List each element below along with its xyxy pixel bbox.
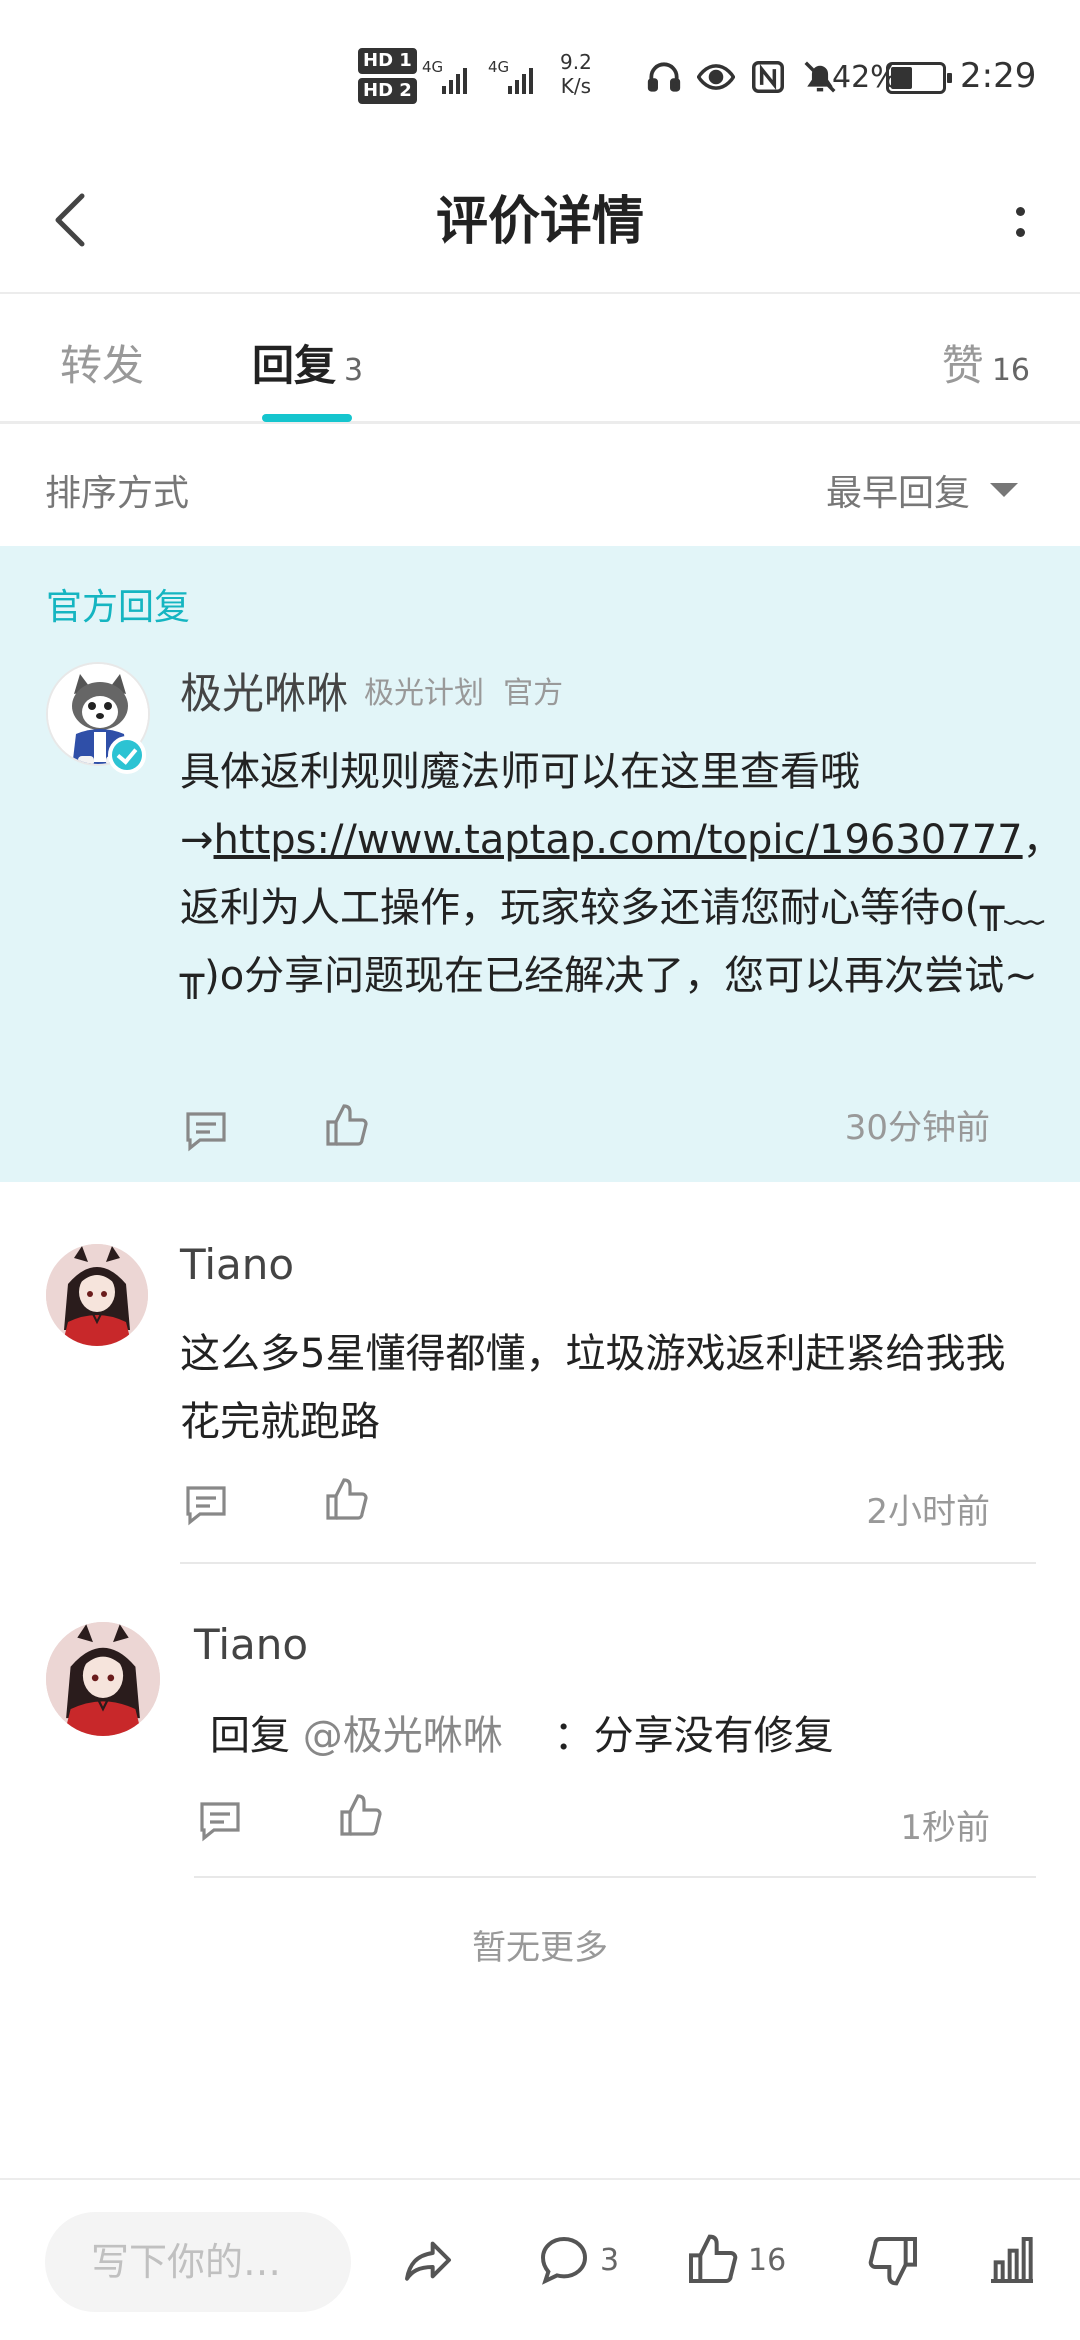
author-tags: 极光计划 官方 <box>364 668 563 712</box>
more-dot <box>1015 207 1025 216</box>
share-button[interactable] <box>400 2232 456 2288</box>
caret-down-icon <box>990 483 1018 497</box>
reply-prefix: 回复 <box>210 1713 290 1759</box>
no-more-label: 暂无更多 <box>472 1928 608 1968</box>
sort-dropdown[interactable]: 最早回复 <box>826 464 1018 516</box>
mention-link[interactable]: @极光咻咻 <box>303 1713 503 1759</box>
comment-button[interactable]: 3 <box>536 2232 619 2288</box>
reply-count: 3 <box>344 353 364 388</box>
hd1-label: HD 1 <box>358 48 417 74</box>
more-options-button[interactable] <box>1000 190 1040 254</box>
comment-count: 3 <box>600 2242 620 2278</box>
app-header: 评价详情 <box>0 150 1080 294</box>
comment-input[interactable] <box>45 2212 351 2312</box>
tab-indicator <box>262 414 352 422</box>
verified-badge-icon <box>108 736 146 774</box>
reply-text: 这么多5星懂得都懂，垃圾游戏返利赶紧给我我花完就跑路 <box>180 1331 1006 1445</box>
tab-like[interactable]: 赞 16 <box>942 332 1030 393</box>
bar-chart-icon <box>991 2237 1033 2283</box>
sort-label: 排序方式 <box>45 473 190 514</box>
thumbs-up-icon[interactable] <box>322 1476 370 1524</box>
headphones-icon <box>647 62 681 92</box>
girl-avatar-image <box>46 1244 148 1346</box>
author-tag: 极光计划 <box>364 676 484 711</box>
official-reply: 官方回复 极光咻咻 极光计划 官方 具体返利规则魔法师可以在这里查看哦→http… <box>0 546 1080 1182</box>
reply-timestamp: 1秒前 <box>900 1808 990 1848</box>
comment-icon <box>541 2237 587 2285</box>
thumbs-up-icon[interactable] <box>322 1102 370 1150</box>
like-count: 16 <box>991 353 1030 388</box>
bottom-action-bar: 3 16 <box>0 2178 1080 2340</box>
dislike-button[interactable] <box>866 2232 922 2288</box>
comment-icon[interactable] <box>182 1106 230 1154</box>
author-name[interactable]: 极光咻咻 <box>180 660 348 721</box>
sort-selected: 最早回复 <box>825 473 970 514</box>
hd2-label: HD 2 <box>358 78 417 104</box>
tab-repost[interactable]: 转发 <box>60 332 144 393</box>
battery-icon <box>886 62 952 94</box>
avatar[interactable] <box>46 1622 160 1736</box>
reply-text: 回复 @极光咻咻 ：分享没有修复 <box>210 1713 834 1759</box>
tab-reply[interactable]: 回复 3 <box>252 332 363 393</box>
more-dot <box>1015 228 1025 237</box>
official-reply-label: 官方回复 <box>46 587 191 628</box>
like-button[interactable]: 16 <box>684 2232 786 2288</box>
divider <box>194 1876 1036 1878</box>
like-count: 16 <box>748 2242 787 2278</box>
comment-icon[interactable] <box>196 1796 244 1844</box>
stats-button[interactable] <box>984 2232 1040 2288</box>
nfc-icon <box>752 61 784 93</box>
eye-icon <box>697 64 735 90</box>
topic-link[interactable]: https://www.taptap.com/topic/19630777 <box>214 817 1023 863</box>
page-title: 评价详情 <box>435 192 644 252</box>
network-speed: 9.2 K/s <box>560 50 592 98</box>
hd-indicator: HD 1 HD 2 <box>358 48 417 108</box>
reply-text: 具体返利规则魔法师可以在这里查看哦→https://www.taptap.com… <box>180 749 1063 999</box>
reply-timestamp: 2小时前 <box>866 1492 990 1532</box>
signal-icon: 4G <box>488 58 548 94</box>
thumbs-down-icon <box>868 2237 917 2286</box>
sort-row: 排序方式 最早回复 <box>0 424 1080 546</box>
status-bar: HD 1 HD 2 4G 4G 9.2 K/s 42% 2:29 <box>0 0 1080 150</box>
thumbs-up-icon <box>689 2234 738 2283</box>
divider <box>180 1562 1036 1564</box>
author-name[interactable]: Tiano <box>194 1620 308 1669</box>
reply-timestamp: 30分钟前 <box>844 1108 990 1148</box>
author-name[interactable]: Tiano <box>180 1240 294 1289</box>
signal-icon: 4G <box>422 58 482 94</box>
share-icon <box>405 2241 451 2281</box>
avatar[interactable] <box>46 1244 148 1346</box>
author-tag: 官方 <box>503 676 564 711</box>
girl-avatar-image <box>46 1622 160 1736</box>
thumbs-up-icon[interactable] <box>336 1792 384 1840</box>
tab-bar: 转发 回复 3 赞 16 <box>0 296 1080 424</box>
clock: 2:29 <box>960 56 1037 96</box>
comment-icon[interactable] <box>182 1480 230 1528</box>
